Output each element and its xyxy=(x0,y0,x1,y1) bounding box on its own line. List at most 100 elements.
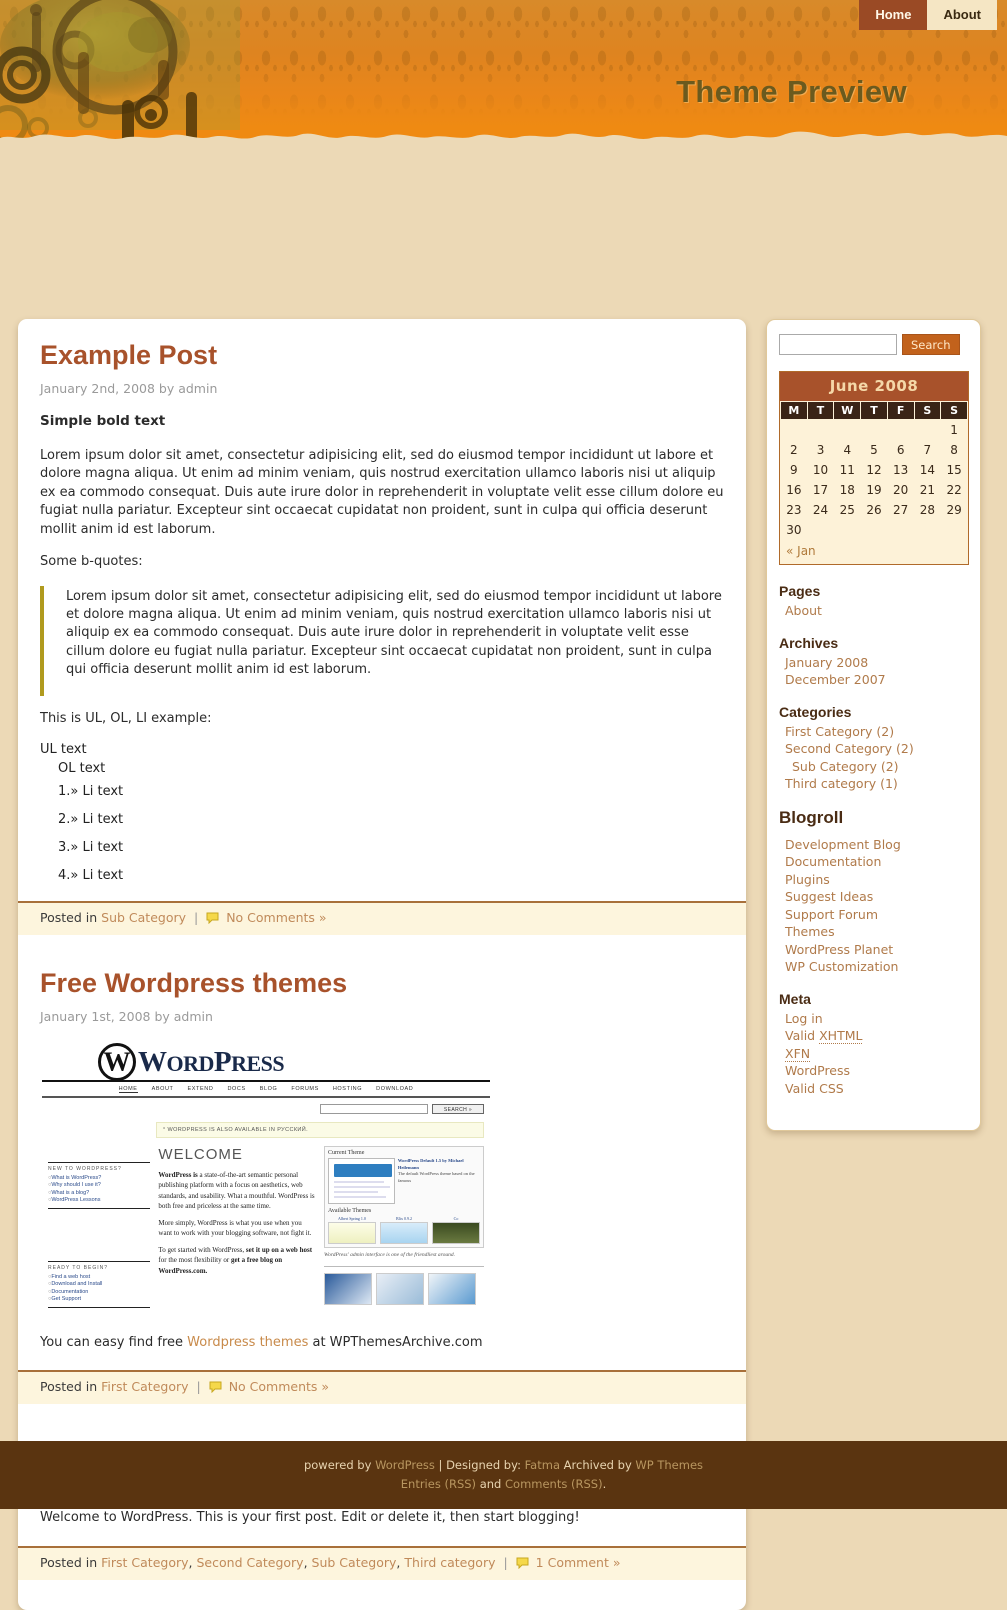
widget-link[interactable]: Second Category xyxy=(785,741,892,756)
search-input[interactable] xyxy=(779,334,897,355)
list-item[interactable]: Development Blog xyxy=(785,837,968,854)
list-item[interactable]: January 2008 xyxy=(785,655,968,672)
list-item[interactable]: Documentation xyxy=(785,854,968,871)
widget-link[interactable]: First Category xyxy=(785,724,872,739)
post-title[interactable]: Example Post xyxy=(40,340,724,371)
widget-link[interactable]: Suggest Ideas xyxy=(785,889,873,904)
list-item[interactable]: Log in xyxy=(785,1011,968,1028)
widget-link-wordpress[interactable]: WordPress xyxy=(785,1063,850,1078)
widget-list: About xyxy=(779,603,968,620)
nav-item-about[interactable]: About xyxy=(927,0,997,30)
nav-item-home[interactable]: Home xyxy=(859,0,928,30)
list-item[interactable]: Suggest Ideas xyxy=(785,889,968,906)
calendar-prev-link[interactable]: « Jan xyxy=(786,544,816,558)
widget-link[interactable]: About xyxy=(785,603,822,618)
wordpress-themes-link[interactable]: Wordpress themes xyxy=(187,1335,308,1350)
widget-list: Log in Valid XHTML XFN WordPress Valid C… xyxy=(779,1011,968,1098)
post-category-link[interactable]: Third category xyxy=(404,1555,495,1570)
widget-link-valid-css[interactable]: Valid CSS xyxy=(785,1081,844,1096)
footer-designer-link[interactable]: Fatma xyxy=(525,1458,560,1472)
list-item[interactable]: WordPress Planet xyxy=(785,942,968,959)
list-item[interactable]: WP Customization xyxy=(785,959,968,976)
widget-link[interactable]: Themes xyxy=(785,924,835,939)
post-category-link[interactable]: Second Category xyxy=(197,1555,304,1570)
list-item[interactable]: Sub Category (2) xyxy=(785,759,968,776)
post-comments-link[interactable]: 1 Comment » xyxy=(536,1555,621,1570)
blockquote-text: Lorem ipsum dolor sit amet, consectetur … xyxy=(66,588,722,678)
meta-separator: | xyxy=(196,1379,201,1395)
calendar-day: 13 xyxy=(893,463,909,477)
wp-paragraph-3: To get started with WordPress, set it up… xyxy=(158,1245,316,1277)
calendar-day: 19 xyxy=(866,483,882,497)
calendar-week: 2 3 4 5 6 7 8 xyxy=(781,440,968,460)
list-item[interactable]: About xyxy=(785,603,968,620)
wp-sub-item: Download and Install xyxy=(48,1281,150,1287)
widget-list: First Category (2) Second Category (2) S… xyxy=(779,724,968,793)
widget-link[interactable]: Plugins xyxy=(785,872,830,887)
xhtml-abbr: XHTML xyxy=(819,1028,863,1044)
calendar-day xyxy=(834,420,861,441)
widget-link-login[interactable]: Log in xyxy=(785,1011,823,1026)
widget-link[interactable]: January 2008 xyxy=(785,655,868,670)
widget-categories: Categories First Category (2) Second Cat… xyxy=(779,704,968,793)
widget-link-xfn[interactable]: XFN xyxy=(785,1045,811,1062)
list-item[interactable]: WordPress xyxy=(785,1063,968,1080)
post-comments-link[interactable]: No Comments » xyxy=(226,910,326,925)
calendar-day xyxy=(781,420,808,441)
widget-link[interactable]: WordPress Planet xyxy=(785,942,893,957)
list-item[interactable]: XFN xyxy=(785,1045,968,1063)
footer-wordpress-link[interactable]: WordPress xyxy=(375,1458,435,1472)
widget-link[interactable]: Development Blog xyxy=(785,837,901,852)
calendar-day: 8 xyxy=(950,443,958,457)
post-category-link[interactable]: Sub Category xyxy=(101,910,186,925)
widget-link[interactable]: WP Customization xyxy=(785,959,898,974)
wp-language-notice: ° WORDPRESS IS ALSO AVAILABLE IN РУССКИЙ… xyxy=(156,1121,484,1138)
list-item[interactable]: Themes xyxy=(785,924,968,941)
list-item[interactable]: Valid CSS xyxy=(785,1081,968,1098)
list-item[interactable]: Second Category (2) xyxy=(785,741,968,758)
calendar-day: 17 xyxy=(812,483,829,497)
list-item[interactable]: Valid XHTML xyxy=(785,1028,968,1045)
post-title[interactable]: Free Wordpress themes xyxy=(40,969,724,999)
calendar-weekday: W xyxy=(833,401,862,420)
wp-available-theme: Co xyxy=(432,1216,480,1244)
wp-thumb-line xyxy=(334,1195,386,1198)
calendar-body: 1 2 3 4 5 6 7 8 9 10 11 12 13 14 15 16 1… xyxy=(781,420,968,541)
calendar-day: 25 xyxy=(839,503,855,517)
calendar-week: 23 24 25 26 27 28 29 xyxy=(781,500,968,520)
comment-bubble-icon xyxy=(209,1381,222,1396)
list-item[interactable]: Plugins xyxy=(785,872,968,889)
main-nav[interactable]: Home About xyxy=(859,0,997,30)
list-item[interactable]: December 2007 xyxy=(785,672,968,689)
footer-entries-rss-link[interactable]: Entries (RSS) xyxy=(401,1477,476,1491)
wp-thumbnail-strip xyxy=(324,1272,484,1305)
footer-archiver-link[interactable]: WP Themes xyxy=(635,1458,703,1472)
post-comments-link[interactable]: No Comments » xyxy=(229,1379,329,1394)
widget-link-valid-xhtml[interactable]: Valid XHTML xyxy=(785,1028,863,1044)
widget-link[interactable]: December 2007 xyxy=(785,672,886,687)
blockquote: Lorem ipsum dolor sit amet, consectetur … xyxy=(40,585,724,696)
search-button[interactable]: Search xyxy=(902,334,960,355)
post-meta: Posted in First Category, Second Categor… xyxy=(18,1545,746,1580)
calendar-week: 30 xyxy=(781,520,968,540)
wp-nav-about: ABOUT xyxy=(151,1085,174,1092)
wp-theme-name: WordPress Default 1.5 by Michael Heilema… xyxy=(397,1157,464,1170)
widget-link[interactable]: Documentation xyxy=(785,854,881,869)
list-item[interactable]: Third category (1) xyxy=(785,776,968,793)
post-category-link[interactable]: First Category xyxy=(101,1555,188,1570)
post-category-link[interactable]: First Category xyxy=(101,1379,188,1394)
widget-list: January 2008 December 2007 xyxy=(779,655,968,689)
footer-comments-rss-link[interactable]: Comments (RSS) xyxy=(505,1477,603,1491)
calendar-day xyxy=(861,520,888,540)
wp-left-column: NEW TO WORDPRESS? What is WordPress? Why… xyxy=(48,1146,151,1308)
post-category-link[interactable]: Sub Category xyxy=(312,1555,397,1570)
list-item[interactable]: First Category (2) xyxy=(785,724,968,741)
wp-columns: NEW TO WORDPRESS? What is WordPress? Why… xyxy=(40,1138,492,1308)
widget-link[interactable]: Third category xyxy=(785,776,876,791)
widget-link[interactable]: Sub Category xyxy=(792,759,877,774)
widget-link[interactable]: Support Forum xyxy=(785,907,878,922)
wp-thumb-line xyxy=(334,1185,390,1188)
search-form[interactable]: Search xyxy=(779,334,968,355)
post-paragraph: Welcome to WordPress. This is your first… xyxy=(40,1510,580,1526)
list-item[interactable]: Support Forum xyxy=(785,907,968,924)
